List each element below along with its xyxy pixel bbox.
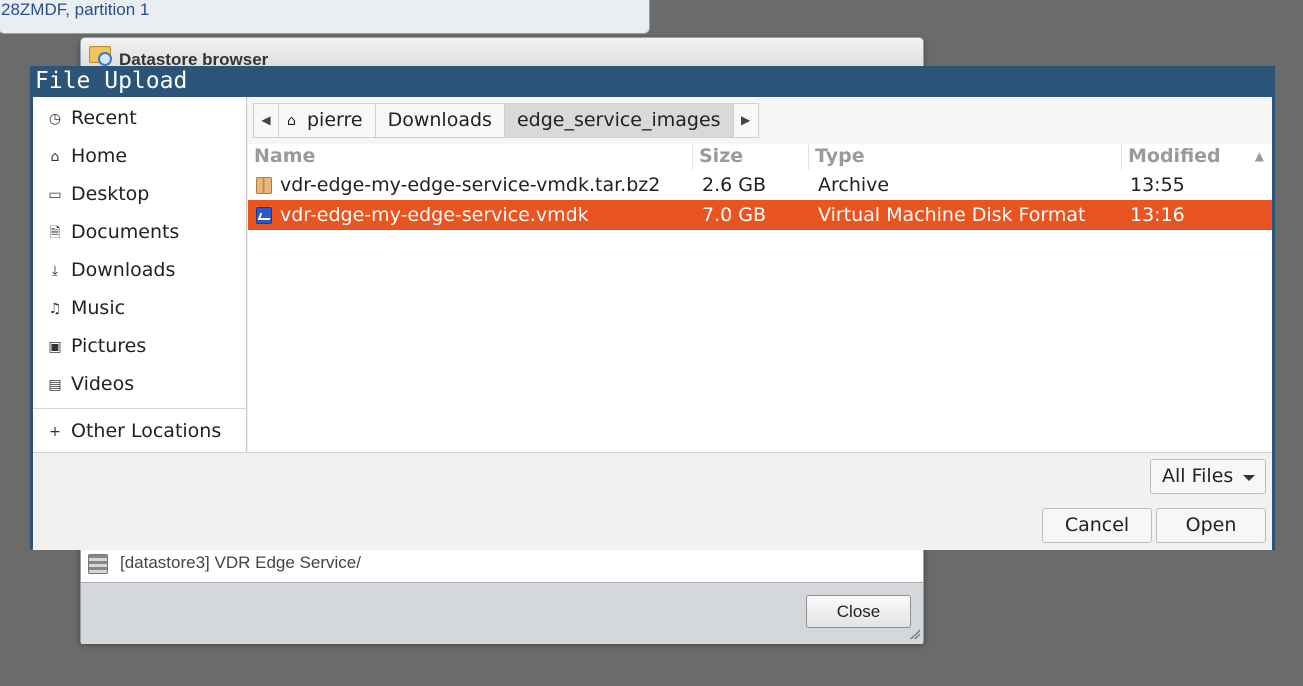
folder-search-icon [89, 46, 112, 66]
path-segment-current[interactable]: edge_service_images [503, 103, 734, 138]
cancel-button[interactable]: Cancel [1042, 508, 1152, 543]
desktop-icon: ▭ [48, 187, 62, 203]
sidebar-item-videos[interactable]: ▤ Videos [33, 367, 247, 403]
document-icon: 🗎 [49, 225, 61, 241]
clock-icon: ◷ [48, 111, 62, 127]
sort-ascending-icon: ▲ [1254, 149, 1264, 163]
path-segment-home[interactable]: ⌂ pierre [278, 103, 376, 138]
path-scroll-right-button[interactable]: ▶ [732, 103, 759, 138]
archive-icon [256, 177, 272, 194]
file-name: vdr-edge-my-edge-service.vmdk [280, 204, 589, 226]
file-modified: 13:55 [1130, 174, 1185, 196]
sidebar-item-recent[interactable]: ◷ Recent [33, 101, 247, 137]
background-panel: 28ZMDF, partition 1 [0, 0, 650, 34]
path-scroll-left-button[interactable]: ◀ [253, 103, 279, 138]
path-bar: ◀ ⌂ pierre Downloads edge_service_images… [253, 103, 759, 138]
column-header-size[interactable]: Size [693, 144, 809, 170]
file-list: Name Size Type Modified ▲ vdr-edge-my-ed… [248, 144, 1272, 452]
picture-icon: ▣ [48, 339, 62, 355]
places-sidebar: ◷ Recent ⌂ Home ▭ Desktop 🗎 Documents ⤓ … [33, 97, 247, 452]
video-icon: ▤ [48, 377, 62, 393]
close-button[interactable]: Close [806, 595, 911, 628]
path-segment-downloads[interactable]: Downloads [374, 103, 505, 138]
datastore-browser-footer: Close [81, 582, 923, 644]
file-row-selected[interactable]: vdr-edge-my-edge-service.vmdk 7.0 GB Vir… [248, 200, 1272, 230]
column-header-name[interactable]: Name [248, 144, 693, 170]
file-browser-main: ◀ ⌂ pierre Downloads edge_service_images… [248, 97, 1272, 452]
sidebar-item-downloads[interactable]: ⤓ Downloads [33, 253, 247, 289]
column-header-type[interactable]: Type [809, 144, 1122, 170]
file-type: Archive [818, 174, 890, 196]
file-type-filter-dropdown[interactable]: All Files [1150, 459, 1266, 494]
music-icon: ♫ [48, 301, 62, 317]
file-upload-dialog: File Upload ◷ Recent ⌂ Home ▭ Desktop 🗎 … [30, 66, 1275, 550]
file-name: vdr-edge-my-edge-service-vmdk.tar.bz2 [280, 174, 661, 196]
file-modified: 13:16 [1130, 204, 1185, 226]
sidebar-item-music[interactable]: ♫ Music [33, 291, 247, 327]
sidebar-item-desktop[interactable]: ▭ Desktop [33, 177, 247, 213]
home-icon: ⌂ [50, 149, 60, 165]
file-upload-title-bar[interactable]: File Upload [33, 66, 1272, 97]
file-size: 2.6 GB [702, 174, 767, 196]
sidebar-item-other-locations[interactable]: + Other Locations [33, 414, 247, 450]
datastore-folder-label: [datastore3] VDR Edge Service/ [120, 553, 361, 572]
chevron-down-icon [1243, 475, 1255, 481]
home-icon: ⌂ [287, 113, 296, 129]
sidebar-item-documents[interactable]: 🗎 Documents [33, 215, 247, 251]
datastore-folder-row[interactable]: [datastore3] VDR Edge Service/ [81, 546, 923, 580]
column-header-modified[interactable]: Modified ▲ [1122, 144, 1272, 170]
open-button[interactable]: Open [1156, 508, 1266, 543]
dialog-action-area: All Files Cancel Open [33, 452, 1272, 550]
partition-label: 28ZMDF, partition 1 [1, 0, 150, 19]
file-size: 7.0 GB [702, 204, 767, 226]
sidebar-item-home[interactable]: ⌂ Home [33, 139, 247, 175]
file-row[interactable]: vdr-edge-my-edge-service-vmdk.tar.bz2 2.… [248, 170, 1272, 200]
disk-image-icon [256, 207, 272, 224]
file-list-header: Name Size Type Modified ▲ [248, 144, 1272, 170]
resize-grip-icon[interactable] [910, 629, 920, 639]
datastore-icon [88, 554, 108, 574]
sidebar-separator [33, 408, 247, 409]
plus-icon: + [49, 424, 61, 440]
download-icon: ⤓ [51, 263, 59, 279]
file-type: Virtual Machine Disk Format [818, 204, 1086, 226]
sidebar-item-pictures[interactable]: ▣ Pictures [33, 329, 247, 365]
